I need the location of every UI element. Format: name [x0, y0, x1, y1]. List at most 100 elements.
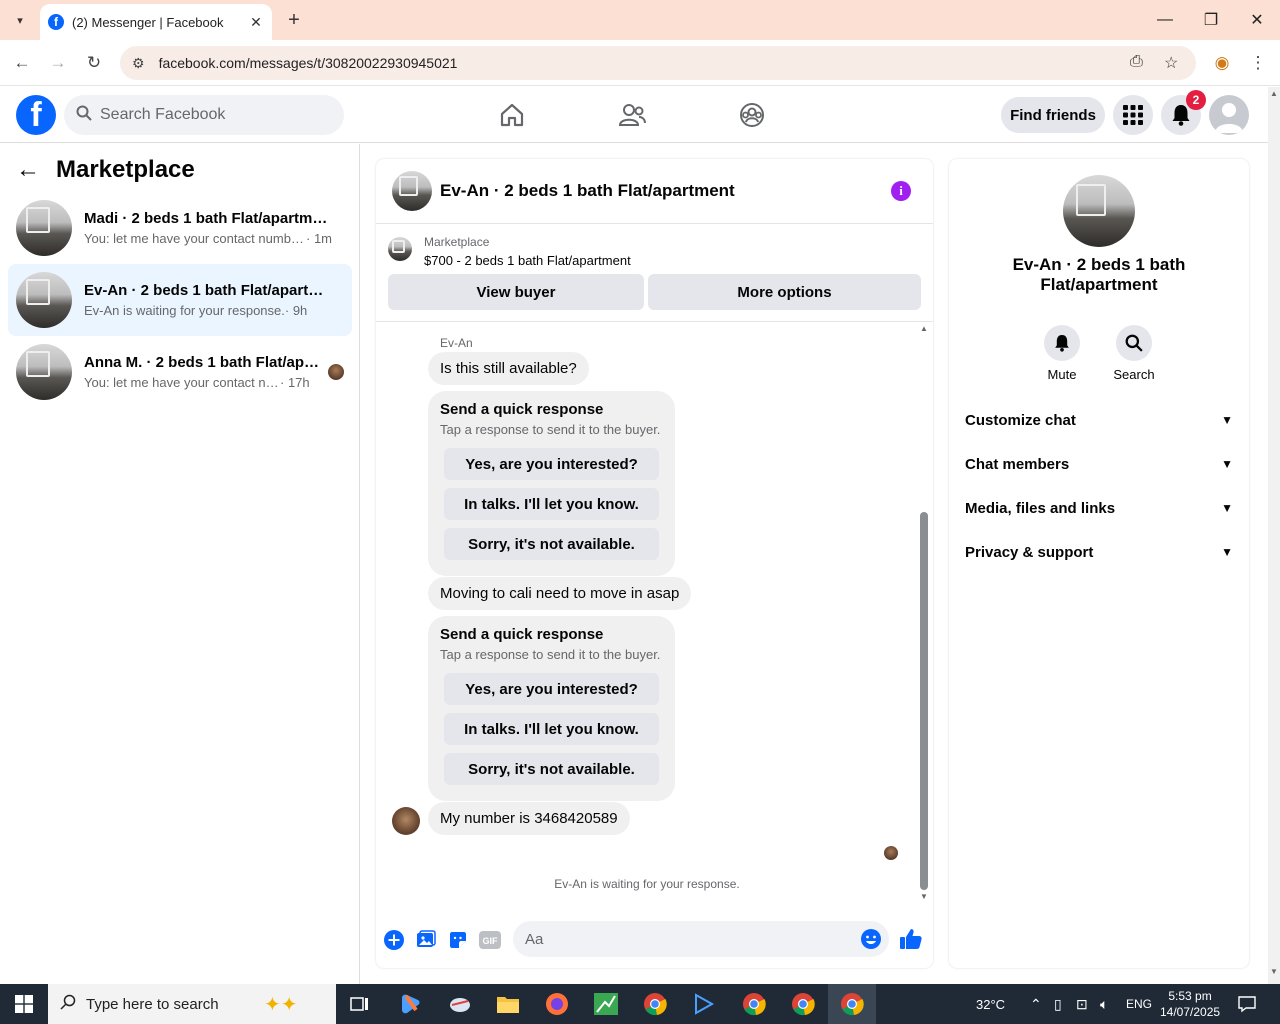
tray-chevron-icon[interactable]: ⌃ [1030, 984, 1042, 1024]
message-bubble[interactable]: Moving to cali need to move in asap [428, 577, 692, 610]
chrome-icon[interactable] [631, 984, 679, 1024]
quick-response-card: Send a quick response Tap a response to … [428, 616, 675, 801]
message-bubble[interactable]: My number is 3468420589 [428, 802, 630, 835]
taskbar-search[interactable]: Type here to search ✦✦ [48, 984, 336, 1024]
quick-response-option[interactable]: In talks. I'll let you know. [444, 713, 659, 745]
close-window-icon[interactable]: ✕ [1234, 0, 1280, 40]
tab-title: (2) Messenger | Facebook [72, 14, 224, 30]
facebook-header: f Find friends [0, 87, 1268, 143]
chrome-profile-icon[interactable] [779, 984, 827, 1024]
bookmark-star-icon[interactable]: ☆ [1164, 53, 1178, 73]
chat-listing-thumbnail[interactable] [392, 171, 432, 211]
profile-icon[interactable]: ◉ [1208, 49, 1236, 77]
media-files-links-section[interactable]: Media, files and links ▼ [957, 486, 1241, 530]
plus-icon[interactable] [383, 929, 405, 951]
install-app-icon[interactable]: ⎙ [1130, 53, 1143, 71]
seen-avatar [884, 846, 898, 860]
facebook-logo-icon[interactable]: f [16, 95, 56, 135]
groups-icon[interactable] [736, 99, 768, 131]
chat-members-section[interactable]: Chat members ▼ [957, 442, 1241, 486]
customize-chat-section[interactable]: Customize chat ▼ [957, 398, 1241, 442]
listing-thumbnail [16, 200, 72, 256]
task-view-icon[interactable] [336, 984, 384, 1024]
conversation-item[interactable]: Madi · 2 beds 1 bath Flat/apartment You:… [8, 192, 352, 264]
message-bubble[interactable]: Is this still available? [428, 352, 589, 385]
listing-summary[interactable]: Marketplace $700 - 2 beds 1 bath Flat/ap… [388, 235, 631, 268]
conversation-name: Ev-An · 2 beds 1 bath Flat/apartment [84, 282, 334, 299]
volume-icon[interactable]: 🔈︎ [1100, 984, 1108, 1024]
info-icon[interactable]: i [891, 181, 911, 201]
section-label: Customize chat [965, 411, 1076, 429]
svg-text:GIF: GIF [483, 936, 499, 946]
more-options-button[interactable]: More options [648, 274, 921, 310]
menu-kebab-icon[interactable]: ⋮ [1244, 49, 1272, 77]
language-indicator[interactable]: ENG [1126, 984, 1152, 1024]
clock[interactable]: 5:53 pm 14/07/2025 [1160, 984, 1220, 1024]
emoji-icon[interactable] [860, 928, 882, 953]
friends-icon[interactable] [616, 99, 648, 131]
file-explorer-icon[interactable] [484, 984, 532, 1024]
conversation-photo[interactable] [1063, 175, 1135, 247]
windows-start-icon[interactable] [0, 984, 48, 1024]
scroll-down-icon[interactable]: ▼ [919, 892, 929, 901]
view-buyer-button[interactable]: View buyer [388, 274, 644, 310]
address-bar[interactable]: ⚙ facebook.com/messages/t/30820022930945… [120, 46, 1196, 80]
menu-grid-icon[interactable] [1113, 95, 1153, 135]
weather-temp[interactable]: 32°C [976, 984, 1005, 1024]
scroll-up-icon[interactable]: ▲ [1268, 89, 1280, 98]
restore-icon[interactable]: ❐ [1188, 0, 1234, 40]
chrome-profile-icon[interactable] [730, 984, 778, 1024]
sheets-icon[interactable] [582, 984, 630, 1024]
clock-time: 5:53 pm [1168, 989, 1212, 1003]
quick-response-option[interactable]: In talks. I'll let you know. [444, 488, 659, 520]
network-icon[interactable]: ⊡ [1076, 984, 1088, 1024]
firefox-icon[interactable] [533, 984, 581, 1024]
message-input-box[interactable] [513, 921, 889, 957]
scroll-up-icon[interactable]: ▲ [919, 324, 929, 333]
chat-title[interactable]: Ev-An · 2 beds 1 bath Flat/apartment [440, 181, 735, 201]
back-icon[interactable]: ← [8, 49, 36, 77]
conversation-time: · 9h [284, 303, 308, 318]
reload-icon[interactable]: ↻ [80, 49, 108, 77]
scroll-down-icon[interactable]: ▼ [1268, 967, 1280, 976]
scrollbar-thumb[interactable] [920, 512, 928, 890]
copilot-icon[interactable] [386, 984, 434, 1024]
photo-icon[interactable] [415, 929, 437, 951]
chat-scrollbar[interactable]: ▲ ▼ [919, 322, 929, 902]
new-tab-icon[interactable]: + [282, 8, 306, 32]
message-input[interactable] [525, 930, 845, 948]
sender-avatar[interactable] [392, 807, 420, 835]
chrome-active-icon[interactable] [828, 984, 876, 1024]
facebook-search-bar[interactable] [64, 95, 344, 135]
find-friends-button[interactable]: Find friends [1001, 97, 1105, 133]
account-avatar[interactable] [1209, 95, 1249, 135]
terminal-app-icon[interactable] [680, 984, 728, 1024]
mute-label: Mute [1047, 367, 1077, 382]
sticker-icon[interactable] [447, 929, 469, 951]
search-in-chat-button[interactable]: Search [1104, 325, 1164, 382]
page-scrollbar[interactable]: ▲ ▼ [1268, 87, 1280, 984]
forward-icon[interactable]: → [44, 49, 72, 77]
gif-icon[interactable]: GIF [479, 929, 501, 951]
like-thumb-icon[interactable] [899, 927, 923, 951]
facebook-search-input[interactable] [100, 106, 320, 124]
quick-response-option[interactable]: Yes, are you interested? [444, 448, 659, 480]
conversation-item-selected[interactable]: Ev-An · 2 beds 1 bath Flat/apartment Ev-… [8, 264, 352, 336]
site-info-icon[interactable]: ⚙ [132, 55, 145, 72]
mute-button[interactable]: Mute [1032, 325, 1092, 382]
quick-response-option[interactable]: Sorry, it's not available. [444, 528, 659, 560]
conversation-item[interactable]: Anna M. · 2 beds 1 bath Flat/apartment Y… [8, 336, 352, 408]
back-arrow-icon[interactable]: ← [16, 156, 40, 184]
minimize-icon[interactable]: — [1142, 0, 1188, 40]
notification-center-icon[interactable] [1238, 984, 1256, 1024]
quick-response-option[interactable]: Sorry, it's not available. [444, 753, 659, 785]
chat-header: Ev-An · 2 beds 1 bath Flat/apartment i [376, 159, 933, 224]
app-icon[interactable] [436, 984, 484, 1024]
tab-search-dropdown-icon[interactable]: ▾ [8, 8, 32, 32]
browser-tab[interactable]: f (2) Messenger | Facebook ✕ [40, 4, 272, 40]
tray-device-icon[interactable]: ▯ [1054, 984, 1062, 1024]
privacy-support-section[interactable]: Privacy & support ▼ [957, 530, 1241, 574]
close-tab-icon[interactable]: ✕ [248, 14, 264, 31]
quick-response-option[interactable]: Yes, are you interested? [444, 673, 659, 705]
home-icon[interactable] [496, 99, 528, 131]
